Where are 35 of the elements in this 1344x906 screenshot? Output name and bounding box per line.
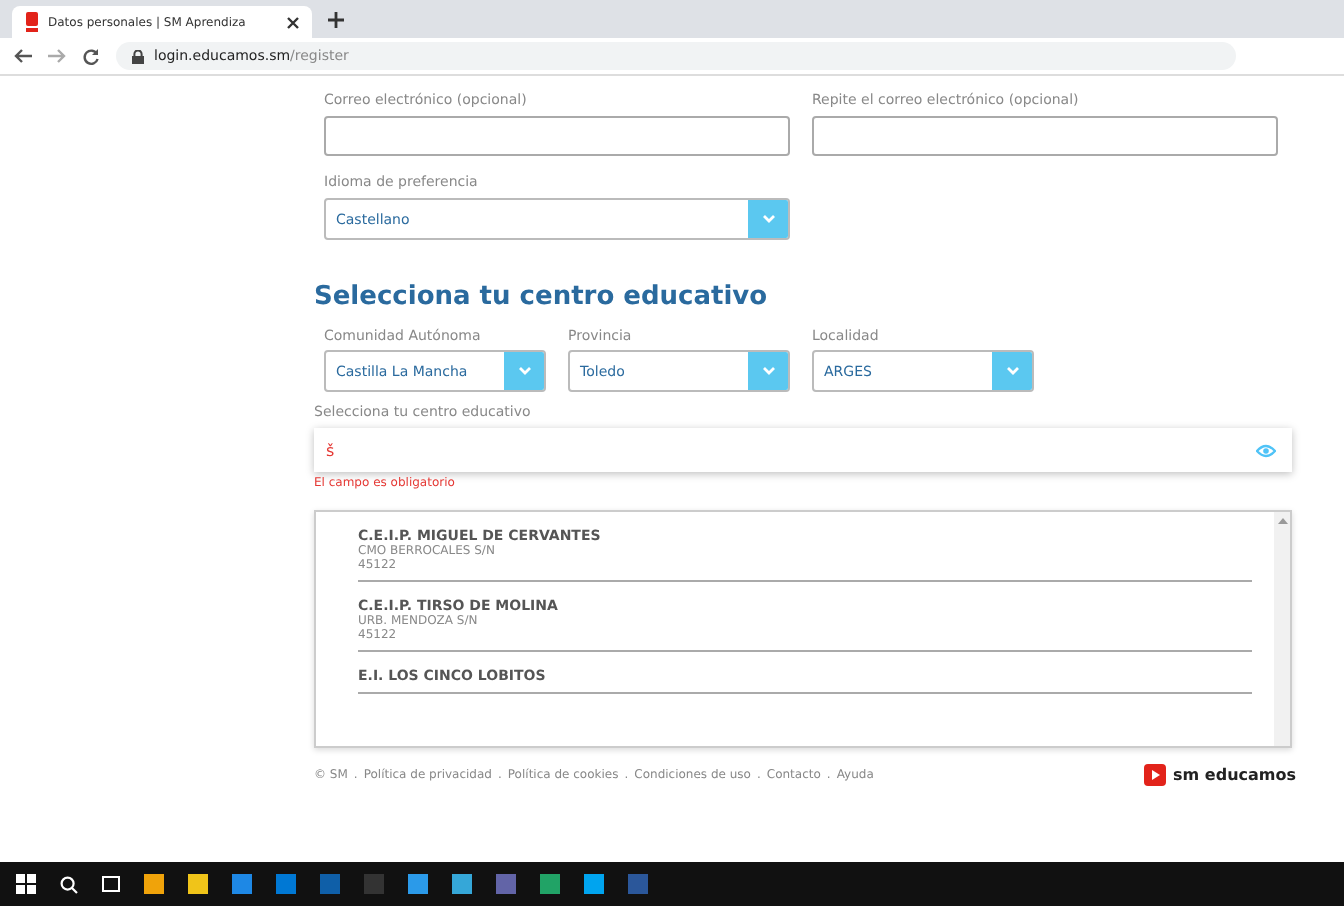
task-view-icon[interactable] — [102, 876, 120, 892]
school-search-field[interactable]: š — [314, 428, 1292, 472]
brand-name: sm educamos — [1173, 766, 1296, 784]
chevron-down-icon — [517, 366, 531, 376]
taskbar-app-icon[interactable] — [540, 874, 560, 894]
search-icon[interactable] — [60, 875, 78, 893]
back-icon[interactable] — [14, 48, 32, 64]
scrollbar[interactable] — [1274, 512, 1290, 746]
forward-icon[interactable] — [48, 48, 66, 64]
eye-icon[interactable] — [1256, 443, 1276, 457]
lock-icon — [132, 49, 144, 63]
taskbar-app-icon[interactable] — [496, 874, 516, 894]
logo-icon — [24, 12, 40, 32]
taskbar-app-icon[interactable] — [276, 874, 296, 894]
windows-icon[interactable] — [16, 874, 36, 894]
scroll-up-icon[interactable] — [1277, 518, 1287, 524]
new-tab-icon[interactable] — [328, 12, 344, 28]
taskbar-app-icon[interactable] — [232, 874, 252, 894]
reload-icon[interactable] — [82, 47, 100, 65]
chevron-down-icon — [761, 366, 775, 376]
chevron-down-icon — [761, 214, 775, 224]
taskbar-app-icon[interactable] — [452, 874, 472, 894]
play-logo-icon — [1143, 764, 1166, 786]
email-field[interactable] — [324, 116, 790, 156]
chevron-down-icon — [1005, 366, 1019, 376]
taskbar-app-icon[interactable] — [628, 874, 648, 894]
section-heading: Selecciona tu centro educativo — [314, 282, 770, 312]
taskbar-app-icon[interactable] — [144, 874, 164, 894]
taskbar-app-icon[interactable] — [584, 874, 604, 894]
close-icon[interactable] — [286, 15, 300, 29]
taskbar-app-icon[interactable] — [364, 874, 384, 894]
email-field[interactable] — [812, 116, 1278, 156]
taskbar-app-icon[interactable] — [408, 874, 428, 894]
taskbar-app-icon[interactable] — [320, 874, 340, 894]
taskbar-app-icon[interactable] — [188, 874, 208, 894]
